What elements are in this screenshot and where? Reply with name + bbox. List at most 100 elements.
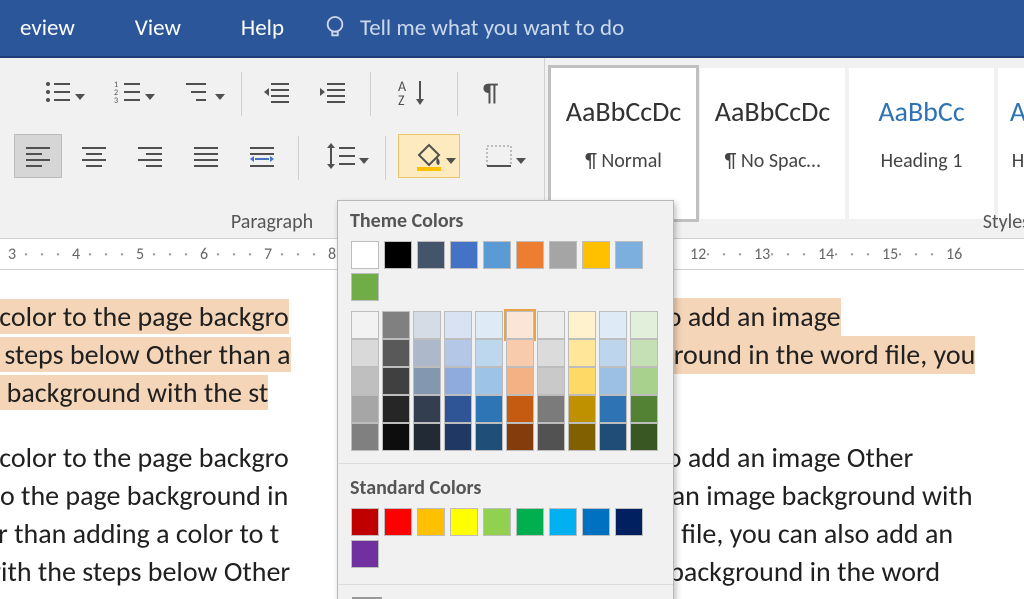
theme-color-swatch[interactable]: [417, 241, 445, 269]
numbering-button[interactable]: 123: [97, 70, 159, 114]
theme-shade-swatch[interactable]: [568, 311, 596, 339]
theme-shade-swatch[interactable]: [599, 395, 627, 423]
standard-color-swatch[interactable]: [351, 540, 379, 568]
theme-shade-swatch[interactable]: [537, 339, 565, 367]
theme-shade-swatch[interactable]: [506, 311, 534, 339]
theme-shade-swatch[interactable]: [599, 311, 627, 339]
theme-shade-swatch[interactable]: [382, 395, 410, 423]
theme-shade-swatch[interactable]: [568, 423, 596, 451]
standard-color-swatch[interactable]: [384, 508, 412, 536]
style-caption: ¶ Normal: [585, 149, 662, 173]
theme-shade-swatch[interactable]: [568, 339, 596, 367]
theme-shade-swatch[interactable]: [475, 395, 503, 423]
borders-button[interactable]: [468, 134, 530, 178]
theme-shade-swatch[interactable]: [444, 367, 472, 395]
theme-shade-swatch[interactable]: [351, 367, 379, 395]
standard-color-swatch[interactable]: [549, 508, 577, 536]
theme-shade-swatch[interactable]: [630, 367, 658, 395]
bullets-button[interactable]: [27, 70, 89, 114]
multilevel-list-button[interactable]: [167, 70, 229, 114]
theme-shade-swatch[interactable]: [568, 395, 596, 423]
theme-shade-swatch[interactable]: [382, 367, 410, 395]
theme-shade-swatch[interactable]: [351, 311, 379, 339]
theme-shade-swatch[interactable]: [351, 395, 379, 423]
theme-shade-swatch[interactable]: [537, 311, 565, 339]
standard-color-swatch[interactable]: [615, 508, 643, 536]
align-left-button[interactable]: [14, 134, 62, 178]
standard-color-swatch[interactable]: [450, 508, 478, 536]
theme-color-swatch[interactable]: [615, 241, 643, 269]
standard-color-swatch[interactable]: [516, 508, 544, 536]
theme-shade-swatch[interactable]: [506, 367, 534, 395]
theme-shade-swatch[interactable]: [537, 395, 565, 423]
theme-shade-swatch[interactable]: [413, 367, 441, 395]
style-tile-0[interactable]: AaBbCcDc¶ Normal: [551, 68, 696, 219]
theme-shade-swatch[interactable]: [630, 311, 658, 339]
standard-color-swatch[interactable]: [483, 508, 511, 536]
standard-color-swatch[interactable]: [351, 508, 379, 536]
theme-shade-swatch[interactable]: [444, 423, 472, 451]
ruler-tick: 13: [754, 245, 770, 264]
theme-color-swatch[interactable]: [516, 241, 544, 269]
standard-colors-label: Standard Colors: [338, 468, 673, 506]
theme-shade-swatch[interactable]: [475, 339, 503, 367]
theme-shade-swatch[interactable]: [413, 339, 441, 367]
theme-shade-swatch[interactable]: [630, 339, 658, 367]
tell-me-search[interactable]: Tell me what you want to do: [324, 13, 624, 43]
theme-shade-swatch[interactable]: [630, 423, 658, 451]
shading-button[interactable]: [398, 134, 460, 178]
increase-indent-button[interactable]: [310, 70, 358, 114]
standard-color-swatch[interactable]: [582, 508, 610, 536]
svg-text:¶: ¶: [483, 77, 498, 107]
sort-button[interactable]: AZ: [383, 70, 445, 114]
theme-shade-swatch[interactable]: [599, 423, 627, 451]
theme-shade-swatch[interactable]: [537, 423, 565, 451]
theme-color-swatch[interactable]: [483, 241, 511, 269]
theme-shade-swatch[interactable]: [382, 339, 410, 367]
theme-color-swatch[interactable]: [384, 241, 412, 269]
show-hide-paragraph-button[interactable]: ¶: [470, 70, 518, 114]
theme-shade-swatch[interactable]: [630, 395, 658, 423]
theme-shade-swatch[interactable]: [382, 311, 410, 339]
ruler-tick: 5: [136, 245, 144, 264]
theme-color-swatch[interactable]: [582, 241, 610, 269]
standard-color-swatch[interactable]: [417, 508, 445, 536]
theme-shade-swatch[interactable]: [506, 423, 534, 451]
theme-shade-swatch[interactable]: [506, 395, 534, 423]
distributed-button[interactable]: [238, 134, 286, 178]
no-color-item[interactable]: No Color: [338, 589, 673, 599]
theme-shade-swatch[interactable]: [599, 339, 627, 367]
theme-color-swatch[interactable]: [549, 241, 577, 269]
theme-shade-swatch[interactable]: [599, 367, 627, 395]
theme-shade-swatch[interactable]: [444, 339, 472, 367]
theme-shade-swatch[interactable]: [444, 395, 472, 423]
theme-shade-swatch[interactable]: [475, 311, 503, 339]
theme-shade-swatch[interactable]: [413, 423, 441, 451]
tab-view[interactable]: View: [105, 14, 211, 42]
justify-button[interactable]: [182, 134, 230, 178]
tab-help[interactable]: Help: [211, 14, 314, 42]
theme-color-swatch[interactable]: [351, 273, 379, 301]
align-right-button[interactable]: [126, 134, 174, 178]
line-spacing-button[interactable]: [311, 134, 373, 178]
align-center-button[interactable]: [70, 134, 118, 178]
theme-shade-swatch[interactable]: [351, 423, 379, 451]
style-tile-2[interactable]: AaBbCcHeading 1: [849, 68, 994, 219]
ruler-tick: 15: [882, 245, 898, 264]
theme-shade-swatch[interactable]: [351, 339, 379, 367]
theme-color-swatch[interactable]: [351, 241, 379, 269]
decrease-indent-button[interactable]: [254, 70, 302, 114]
theme-shade-swatch[interactable]: [506, 339, 534, 367]
theme-shade-swatch[interactable]: [537, 367, 565, 395]
theme-shade-swatch[interactable]: [444, 311, 472, 339]
tab-review[interactable]: eview: [0, 14, 105, 42]
theme-shade-swatch[interactable]: [475, 367, 503, 395]
theme-shade-swatch[interactable]: [382, 423, 410, 451]
style-tile-1[interactable]: AaBbCcDc¶ No Spac…: [700, 68, 845, 219]
theme-shade-swatch[interactable]: [568, 367, 596, 395]
theme-shade-swatch[interactable]: [413, 311, 441, 339]
theme-color-swatch[interactable]: [450, 241, 478, 269]
theme-shade-swatch[interactable]: [475, 423, 503, 451]
style-tile-3[interactable]: AH: [998, 68, 1024, 219]
theme-shade-swatch[interactable]: [413, 395, 441, 423]
